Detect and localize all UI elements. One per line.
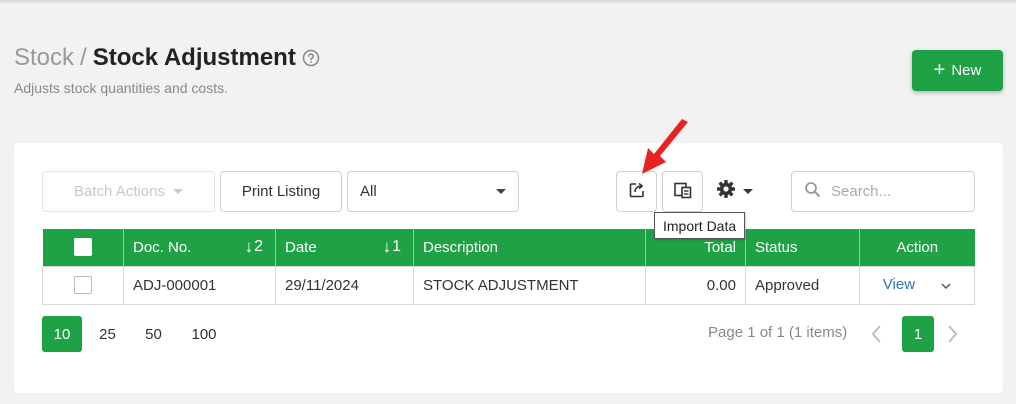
column-header-status[interactable]: Status [745,229,860,266]
breadcrumb-stock[interactable]: Stock [14,44,74,72]
new-button[interactable]: + New [912,50,1003,91]
breadcrumb-separator: / [80,44,87,71]
next-page-icon[interactable] [947,324,959,349]
gear-icon [716,179,736,204]
columns-layout-icon [673,181,693,203]
column-label: Action [896,238,939,256]
page-size-50[interactable]: 50 [133,316,174,352]
red-pointer-arrow-icon [642,119,688,174]
import-icon [628,181,646,203]
cell-date: 29/11/2024 [275,265,414,305]
table-row[interactable]: ADJ-000001 29/11/2024 STOCK ADJUSTMENT 0… [42,265,975,305]
column-header-action: Action [859,229,975,266]
sort-arrow-icon: ↓ [244,237,254,256]
caret-down-icon [172,189,183,194]
page-subtitle: Adjusts stock quantities and costs. [14,80,228,96]
page-size-10[interactable]: 10 [42,316,82,352]
cell-description: STOCK ADJUSTMENT [413,265,646,305]
sort-indicator: ↓ 2 [245,237,263,257]
print-listing-button[interactable]: Print Listing [220,171,342,212]
caret-down-icon [743,188,753,194]
sort-indicator: ↓ 1 [383,237,401,257]
column-label: Date [285,238,317,256]
cell-status: Approved [745,265,860,305]
column-label: Total [704,238,736,256]
breadcrumb-current: Stock Adjustment [92,44,296,71]
column-header-date[interactable]: Date ↓ 1 [275,229,414,266]
row-checkbox[interactable] [74,276,92,295]
cell-doc-no: ADJ-000001 [123,265,276,305]
caret-down-icon [496,189,506,194]
search-box[interactable] [791,171,975,212]
view-link[interactable]: View [883,276,915,293]
stock-adjustment-table: Doc. No. ↓ 2 Date ↓ 1 Description Total St… [42,229,975,305]
batch-actions-label: Batch Actions [74,183,165,200]
table-header-row: Doc. No. ↓ 2 Date ↓ 1 Description Total St… [42,229,975,266]
current-page-button[interactable]: 1 [902,316,934,352]
column-label: Description [423,238,499,256]
cell-action: View [859,265,975,305]
select-all-header[interactable] [42,229,124,266]
settings-dropdown[interactable] [716,177,753,205]
page-info: Page 1 of 1 (1 items) [708,324,848,341]
new-button-label: New [951,62,982,79]
column-label: Doc. No. [133,238,192,256]
cell-total: 0.00 [645,265,746,305]
top-shadow [0,0,1016,4]
batch-actions-button[interactable]: Batch Actions [42,171,215,212]
column-header-description[interactable]: Description [413,229,646,266]
chevron-down-icon[interactable] [941,277,951,294]
column-header-doc-no[interactable]: Doc. No. ↓ 2 [123,229,276,266]
page-size-selector: 10 25 50 100 [42,316,234,352]
help-icon[interactable] [302,49,320,67]
page-size-25[interactable]: 25 [87,316,128,352]
sort-arrow-icon: ↓ [382,237,392,256]
search-input[interactable] [831,183,961,200]
prev-page-icon[interactable] [870,324,882,349]
column-label: Status [755,238,798,256]
select-all-checkbox[interactable] [73,238,92,257]
status-filter-value: All [360,183,377,200]
import-data-tooltip: Import Data [654,212,746,239]
page-title: Stock / Stock Adjustment [14,44,320,72]
page-size-100[interactable]: 100 [179,316,229,352]
row-select-cell[interactable] [42,265,124,305]
search-icon [804,181,821,202]
plus-icon: + [933,58,946,81]
sort-order: 1 [392,238,401,255]
sort-order: 2 [254,238,263,255]
status-filter-select[interactable]: All [347,171,519,212]
listing-card: Batch Actions Print Listing All Import D… [14,143,1003,393]
print-listing-label: Print Listing [241,183,321,200]
